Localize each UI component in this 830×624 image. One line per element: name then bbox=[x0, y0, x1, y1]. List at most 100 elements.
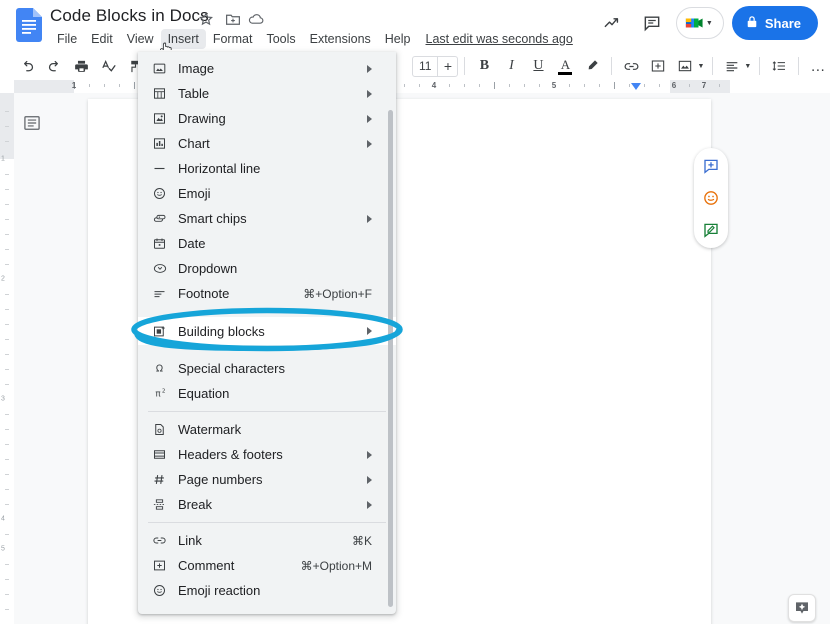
redo-icon[interactable] bbox=[41, 53, 67, 79]
menu-item-label: Footnote bbox=[178, 286, 230, 301]
activity-dashboard-icon[interactable] bbox=[596, 7, 628, 39]
menu-file[interactable]: File bbox=[50, 29, 84, 49]
menu-view[interactable]: View bbox=[120, 29, 161, 49]
saved-to-drive-icon[interactable] bbox=[247, 10, 265, 28]
menu-item-image[interactable]: Image bbox=[138, 56, 396, 81]
menu-item-label: Drawing bbox=[178, 111, 226, 126]
image-options-chevron-down-icon[interactable]: ▼ bbox=[697, 63, 704, 70]
google-docs-logo[interactable] bbox=[16, 8, 42, 42]
menu-tools[interactable]: Tools bbox=[259, 29, 302, 49]
menu-item-date[interactable]: Date bbox=[138, 231, 396, 256]
comment-history-icon[interactable] bbox=[636, 7, 668, 39]
chevron-down-icon[interactable]: ▼ bbox=[706, 20, 713, 27]
menu-item-footnote[interactable]: Footnote ⌘+Option+F bbox=[138, 281, 396, 306]
document-outline-icon[interactable] bbox=[20, 111, 44, 135]
menu-item-special-characters[interactable]: Ω Special characters bbox=[138, 356, 396, 381]
lock-icon bbox=[746, 15, 758, 32]
menu-divider bbox=[148, 411, 386, 412]
menu-item-table[interactable]: Table bbox=[138, 81, 396, 106]
menu-item-label: Emoji bbox=[178, 186, 211, 201]
svg-text:Ω: Ω bbox=[156, 364, 163, 375]
horizontal-line-icon bbox=[152, 161, 172, 176]
menu-item-shortcut: ⌘K bbox=[351, 533, 372, 548]
menu-item-break[interactable]: Break bbox=[138, 492, 396, 517]
comment-icon bbox=[152, 558, 172, 573]
menu-item-horizontal-line[interactable]: Horizontal line bbox=[138, 156, 396, 181]
ruler-number: 1 bbox=[1, 155, 5, 163]
underline-button[interactable]: U bbox=[525, 53, 551, 79]
menu-item-building-blocks[interactable]: Building blocks bbox=[138, 317, 396, 345]
bold-button[interactable]: B bbox=[471, 53, 497, 79]
menu-item-page-numbers[interactable]: Page numbers bbox=[138, 467, 396, 492]
undo-icon[interactable] bbox=[14, 53, 40, 79]
add-comment-icon[interactable] bbox=[698, 153, 724, 179]
right-margin-shade bbox=[670, 80, 730, 93]
menu-edit[interactable]: Edit bbox=[84, 29, 120, 49]
menu-item-emoji[interactable]: Emoji bbox=[138, 181, 396, 206]
menu-item-label: Page numbers bbox=[178, 472, 263, 487]
bold-label: B bbox=[479, 58, 490, 73]
last-edit-status[interactable]: Last edit was seconds ago bbox=[426, 32, 573, 46]
move-to-folder-icon[interactable] bbox=[224, 10, 242, 28]
text-color-button[interactable]: A bbox=[552, 53, 578, 79]
emoji-reaction-icon[interactable] bbox=[698, 185, 724, 211]
menu-item-watermark[interactable]: Watermark bbox=[138, 417, 396, 442]
footnote-icon bbox=[152, 286, 172, 301]
menu-item-drawing[interactable]: Drawing bbox=[138, 106, 396, 131]
explore-button[interactable] bbox=[788, 594, 816, 622]
right-margin-marker[interactable] bbox=[631, 83, 641, 90]
building-blocks-icon bbox=[152, 324, 172, 339]
menu-item-chart[interactable]: Chart bbox=[138, 131, 396, 156]
menu-item-shortcut: ⌘+Option+M bbox=[300, 558, 372, 573]
font-size-control[interactable]: 11 + bbox=[412, 55, 459, 77]
menu-item-emoji-reaction[interactable]: Emoji reaction bbox=[138, 578, 396, 603]
menu-item-dropdown[interactable]: Dropdown bbox=[138, 256, 396, 281]
ruler-number: 3 bbox=[1, 395, 5, 403]
align-icon[interactable] bbox=[719, 53, 745, 79]
menu-help[interactable]: Help bbox=[378, 29, 418, 49]
menu-item-equation[interactable]: π2 Equation bbox=[138, 381, 396, 406]
toolbar-divider bbox=[759, 57, 761, 75]
header-actions: ▼ Share bbox=[596, 6, 818, 40]
insert-link-icon[interactable] bbox=[618, 53, 644, 79]
menu-item-label: Building blocks bbox=[178, 323, 265, 339]
ruler-number: 1 bbox=[71, 81, 77, 90]
ruler-number: 4 bbox=[1, 515, 5, 523]
vertical-ruler[interactable]: 1 2 3 4 5 bbox=[0, 93, 14, 624]
align-chevron-down-icon[interactable]: ▼ bbox=[744, 63, 751, 70]
star-icon[interactable] bbox=[197, 10, 215, 28]
menu-item-label: Horizontal line bbox=[178, 161, 261, 176]
share-button[interactable]: Share bbox=[731, 6, 818, 40]
menu-item-smart-chips[interactable]: Smart chips bbox=[138, 206, 396, 231]
submenu-arrow-icon bbox=[367, 450, 372, 459]
menu-item-label: Image bbox=[178, 61, 215, 76]
insert-image-icon[interactable] bbox=[672, 53, 698, 79]
insert-menu-dropdown[interactable]: Image Table Drawing Chart Horizontal lin… bbox=[138, 52, 396, 614]
menu-item-label: Dropdown bbox=[178, 261, 238, 276]
menu-item-headers-footers[interactable]: Headers & footers bbox=[138, 442, 396, 467]
font-size-value[interactable]: 11 bbox=[413, 59, 437, 73]
menu-extensions[interactable]: Extensions bbox=[303, 29, 378, 49]
highlight-color-icon[interactable] bbox=[579, 53, 605, 79]
suggest-edits-icon[interactable] bbox=[698, 217, 724, 243]
menu-item-label: Smart chips bbox=[178, 211, 247, 226]
more-options-icon[interactable]: … bbox=[805, 53, 830, 79]
link-icon bbox=[152, 533, 172, 548]
google-meet-icon[interactable]: ▼ bbox=[675, 7, 724, 39]
menu-divider bbox=[148, 522, 386, 523]
left-margin-shade bbox=[14, 80, 74, 93]
document-title[interactable]: Code Blocks in Docs bbox=[50, 6, 209, 26]
italic-button[interactable]: I bbox=[498, 53, 524, 79]
image-icon bbox=[152, 61, 172, 76]
menu-scrollbar[interactable] bbox=[388, 110, 393, 607]
menu-item-shortcut: ⌘+Option+F bbox=[303, 286, 372, 301]
spelling-check-icon[interactable] bbox=[95, 53, 121, 79]
font-size-increase-button[interactable]: + bbox=[437, 56, 457, 76]
menu-item-link[interactable]: Link ⌘K bbox=[138, 528, 396, 553]
add-comment-icon[interactable] bbox=[645, 53, 671, 79]
menu-item-comment[interactable]: Comment ⌘+Option+M bbox=[138, 553, 396, 578]
line-spacing-icon[interactable] bbox=[766, 53, 792, 79]
menu-format[interactable]: Format bbox=[206, 29, 260, 49]
submenu-arrow-icon bbox=[367, 500, 372, 509]
print-icon[interactable] bbox=[68, 53, 94, 79]
